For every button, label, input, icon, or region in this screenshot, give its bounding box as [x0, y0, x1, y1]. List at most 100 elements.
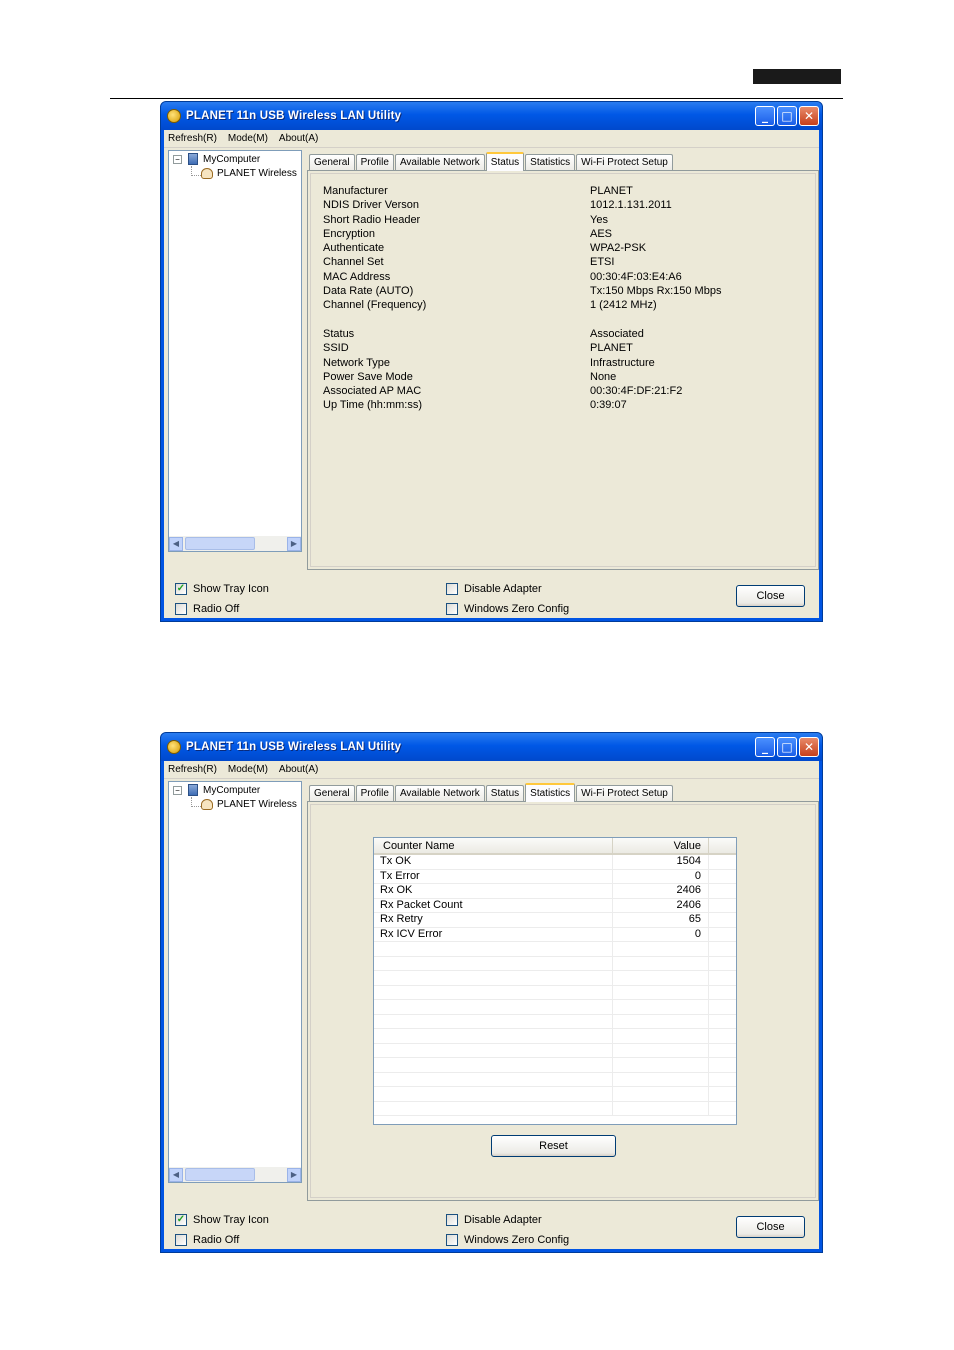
- show-tray-icon-checkbox[interactable]: ✓ Show Tray Icon: [175, 583, 269, 595]
- table-row[interactable]: Tx Error 0: [374, 869, 736, 884]
- tab-available-network[interactable]: Available Network: [394, 785, 485, 801]
- tab-general[interactable]: General: [309, 785, 355, 801]
- utility-window-status: PLANET 11n USB Wireless LAN Utility _ □ …: [160, 101, 823, 622]
- minimize-button[interactable]: _: [755, 106, 775, 126]
- menu-bar: Refresh(R) Mode(M) About(A): [164, 761, 819, 779]
- tree-hscrollbar[interactable]: ◀ ▶: [169, 1167, 301, 1182]
- status-label: MAC Address: [323, 270, 391, 283]
- minimize-button[interactable]: _: [755, 737, 775, 757]
- menu-refresh[interactable]: Refresh(R): [168, 133, 217, 144]
- counter-value: 0: [613, 927, 709, 941]
- tab-available-network[interactable]: Available Network: [394, 154, 485, 170]
- tab-status[interactable]: Status: [485, 785, 525, 801]
- title-bar[interactable]: PLANET 11n USB Wireless LAN Utility _ □ …: [161, 102, 822, 130]
- close-button[interactable]: Close: [736, 1216, 805, 1238]
- table-row[interactable]: Tx OK 1504: [374, 855, 736, 870]
- maximize-button[interactable]: □: [777, 737, 797, 757]
- checkbox-checked-icon[interactable]: ✓: [175, 583, 187, 595]
- checkbox-icon[interactable]: [175, 1234, 187, 1246]
- status-row: Channel Set ETSI: [323, 255, 810, 269]
- empty-row: [374, 1072, 736, 1087]
- table-row[interactable]: Rx Retry 65: [374, 913, 736, 928]
- scroll-left-icon[interactable]: ◀: [169, 536, 183, 551]
- statistics-panel: Counter Name Value Tx OK 1504 Tx Error 0 R…: [307, 801, 819, 1201]
- status-value: PLANET: [590, 342, 633, 355]
- checkbox-icon[interactable]: [446, 583, 458, 595]
- menu-mode[interactable]: Mode(M): [228, 764, 268, 775]
- tab-wifi-protect-setup[interactable]: Wi-Fi Protect Setup: [576, 785, 673, 801]
- counter-list[interactable]: Counter Name Value Tx OK 1504 Tx Error 0 R…: [373, 837, 737, 1125]
- windows-zero-config-checkbox[interactable]: Windows Zero Config: [446, 603, 569, 615]
- status-row: Authenticate WPA2-PSK: [323, 241, 810, 255]
- menu-about[interactable]: About(A): [279, 133, 318, 144]
- disable-adapter-checkbox[interactable]: Disable Adapter: [446, 1214, 542, 1226]
- tab-status[interactable]: Status: [485, 152, 525, 171]
- scroll-thumb[interactable]: [185, 537, 255, 550]
- status-row: Network Type Infrastructure: [323, 356, 810, 370]
- empty-row: [374, 942, 736, 957]
- tree-hscrollbar[interactable]: ◀ ▶: [169, 536, 301, 551]
- tree-child-label: PLANET Wireless: [217, 799, 297, 810]
- empty-row: [374, 1101, 736, 1116]
- tree-node-adapter[interactable]: PLANET Wireless: [201, 799, 297, 810]
- close-button[interactable]: Close: [736, 585, 805, 607]
- counter-name: Rx Retry: [374, 913, 613, 927]
- status-value: 00:30:4F:DF:21:F2: [590, 385, 683, 398]
- table-row[interactable]: Rx ICV Error 0: [374, 927, 736, 942]
- collapse-icon[interactable]: −: [173, 154, 182, 164]
- maximize-button[interactable]: □: [777, 106, 797, 126]
- menu-mode[interactable]: Mode(M): [228, 133, 268, 144]
- radio-off-checkbox[interactable]: Radio Off: [175, 603, 239, 615]
- status-row: Associated AP MAC 00:30:4F:DF:21:F2: [323, 384, 810, 398]
- empty-row: [374, 1058, 736, 1073]
- scroll-right-icon[interactable]: ▶: [287, 1167, 301, 1182]
- title-bar[interactable]: PLANET 11n USB Wireless LAN Utility _ □ …: [161, 733, 822, 761]
- checkbox-icon[interactable]: [446, 1214, 458, 1226]
- tab-wifi-protect-setup[interactable]: Wi-Fi Protect Setup: [576, 154, 673, 170]
- device-tree[interactable]: − MyComputer PLANET Wireless ◀ ▶: [168, 150, 302, 552]
- status-value: None: [590, 370, 617, 383]
- checkbox-icon[interactable]: [446, 1234, 458, 1246]
- scroll-thumb[interactable]: [185, 1168, 255, 1181]
- menu-refresh[interactable]: Refresh(R): [168, 764, 217, 775]
- table-row[interactable]: Rx Packet Count 2406: [374, 898, 736, 913]
- table-row[interactable]: Rx OK 2406: [374, 884, 736, 899]
- counter-value: 0: [613, 869, 709, 883]
- radio-off-checkbox[interactable]: Radio Off: [175, 1234, 239, 1246]
- tab-strip: General Profile Available Network Status…: [309, 152, 674, 171]
- column-header-value[interactable]: Value: [613, 838, 709, 853]
- status-label: Up Time (hh:mm:ss): [323, 399, 423, 412]
- collapse-icon[interactable]: −: [173, 785, 182, 795]
- menu-about[interactable]: About(A): [279, 764, 318, 775]
- reset-button[interactable]: Reset: [491, 1135, 616, 1157]
- status-label: Short Radio Header: [323, 213, 421, 226]
- tree-node-adapter[interactable]: PLANET Wireless: [201, 168, 297, 179]
- close-window-button[interactable]: ✕: [799, 737, 819, 757]
- disable-adapter-checkbox[interactable]: Disable Adapter: [446, 583, 542, 595]
- tab-statistics[interactable]: Statistics: [525, 783, 576, 802]
- tab-statistics[interactable]: Statistics: [525, 154, 576, 170]
- checkbox-label: Disable Adapter: [464, 1214, 542, 1226]
- tree-node-mycomputer[interactable]: − MyComputer: [173, 153, 260, 165]
- checkbox-checked-icon[interactable]: ✓: [175, 1214, 187, 1226]
- scroll-left-icon[interactable]: ◀: [169, 1167, 183, 1182]
- status-info: Manufacturer PLANET NDIS Driver Verson 101…: [323, 184, 810, 413]
- bottom-options: ✓ Show Tray Icon Radio Off Disable Adapte…: [164, 1205, 819, 1251]
- scroll-right-icon[interactable]: ▶: [287, 536, 301, 551]
- column-header-counter-name[interactable]: Counter Name: [374, 838, 613, 853]
- empty-row: [374, 1029, 736, 1044]
- status-row: Encryption AES: [323, 227, 810, 241]
- status-label: NDIS Driver Verson: [323, 199, 419, 212]
- close-window-button[interactable]: ✕: [799, 106, 819, 126]
- checkbox-icon[interactable]: [175, 603, 187, 615]
- show-tray-icon-checkbox[interactable]: ✓ Show Tray Icon: [175, 1214, 269, 1226]
- tab-profile[interactable]: Profile: [355, 785, 394, 801]
- tab-general[interactable]: General: [309, 154, 355, 170]
- checkbox-icon[interactable]: [446, 603, 458, 615]
- windows-zero-config-checkbox[interactable]: Windows Zero Config: [446, 1234, 569, 1246]
- tab-profile[interactable]: Profile: [355, 154, 394, 170]
- device-tree[interactable]: − MyComputer PLANET Wireless ◀ ▶: [168, 781, 302, 1183]
- empty-row: [374, 1014, 736, 1029]
- tree-node-mycomputer[interactable]: − MyComputer: [173, 784, 260, 796]
- counter-name: Rx Packet Count: [374, 898, 613, 912]
